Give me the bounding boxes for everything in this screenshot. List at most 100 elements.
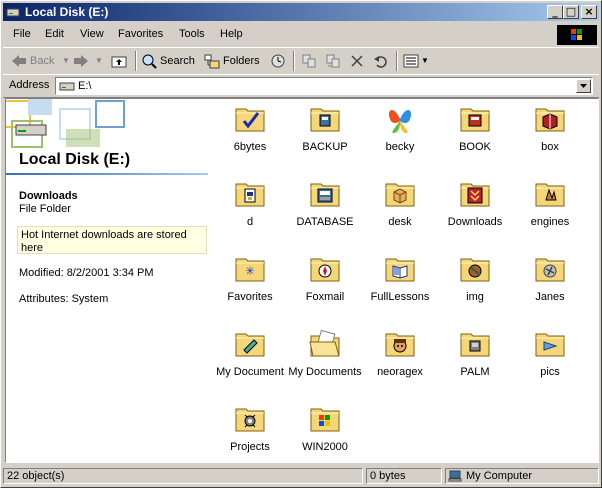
folder-item-engines[interactable]: engines	[513, 178, 587, 248]
back-label: Back	[30, 55, 55, 67]
folder-palm-icon	[460, 333, 490, 357]
folder-item-database[interactable]: DATABASE	[288, 178, 362, 248]
address-input[interactable]: E:\	[55, 77, 593, 95]
folder-item-label: becky	[385, 141, 415, 153]
folder-item-downloads[interactable]: Downloads	[438, 178, 512, 248]
standard-toolbar: Back ▼ ▼ Search Folders ▼	[3, 47, 599, 75]
folder-mydocs-icon	[309, 329, 340, 357]
folder-item-label: My Document	[216, 366, 284, 378]
copy-to-button[interactable]	[324, 52, 342, 70]
folder-item-palm[interactable]: PALM	[438, 328, 512, 398]
menu-edit[interactable]: Edit	[45, 28, 64, 40]
folder-item-pics[interactable]: pics	[513, 328, 587, 398]
folder-item-fulllessons[interactable]: FullLessons	[363, 253, 437, 323]
menu-favorites[interactable]: Favorites	[118, 28, 163, 40]
menu-view[interactable]: View	[80, 28, 104, 40]
windows-logo-icon	[557, 25, 597, 45]
folder-tools-icon	[535, 258, 565, 282]
folder-item-label: My Documents	[288, 366, 362, 378]
folder-item-label: BACKUP	[302, 141, 348, 153]
forward-arrow-icon	[74, 55, 88, 67]
folder-item-label: engines	[530, 216, 570, 228]
explorer-window: Local Disk (E:) _ □ × File Edit View Fav…	[0, 0, 602, 488]
folder-database-icon	[310, 183, 340, 207]
forward-button[interactable]: ▼	[73, 52, 107, 70]
menu-tools[interactable]: Tools	[179, 28, 205, 40]
web-view-panel: Local Disk (E:) Downloads File Folder Ho…	[6, 99, 211, 462]
folder-item-my-document[interactable]: My Document	[213, 328, 287, 398]
back-button[interactable]: Back ▼	[11, 52, 70, 70]
chevron-down-icon	[580, 84, 587, 88]
delete-button[interactable]	[348, 52, 366, 70]
folder-item-6bytes[interactable]: 6bytes	[213, 103, 287, 173]
up-folder-button[interactable]	[109, 52, 129, 70]
dropdown-arrow-icon: ▼	[95, 56, 103, 65]
folder-item-foxmail[interactable]: Foxmail	[288, 253, 362, 323]
folder-item-label: Foxmail	[305, 291, 345, 303]
move-to-button[interactable]	[300, 52, 318, 70]
folder-doc-icon	[235, 183, 265, 207]
folder-pics-icon	[535, 333, 565, 357]
folder-item-label: BOOK	[459, 141, 491, 153]
folder-item-backup[interactable]: BACKUP	[288, 103, 362, 173]
folder-item-box[interactable]: box	[513, 103, 587, 173]
minimize-button[interactable]: _	[547, 5, 563, 19]
folder-gear-icon	[235, 408, 265, 432]
folder-img-icon	[460, 258, 490, 282]
address-dropdown-button[interactable]	[576, 79, 591, 93]
undo-icon	[374, 56, 387, 68]
folders-button[interactable]: Folders	[204, 52, 262, 70]
folder-item-book[interactable]: BOOK	[438, 103, 512, 173]
folders-label: Folders	[223, 55, 260, 67]
folder-tape-icon	[310, 108, 340, 132]
folder-item-label: 6bytes	[233, 141, 267, 153]
address-bar: Address E:\	[3, 74, 599, 98]
address-value: E:\	[78, 80, 92, 92]
toolbar-separator	[293, 51, 295, 71]
folder-item-favorites[interactable]: ✳ Favorites	[213, 253, 287, 323]
delete-x-icon	[351, 55, 363, 67]
folder-item-my-documents[interactable]: My Documents	[288, 328, 362, 398]
folder-item-label: box	[541, 141, 559, 153]
window-title: Local Disk (E:)	[25, 5, 109, 19]
folder-face-icon	[385, 333, 415, 357]
folders-icon	[204, 54, 220, 69]
back-arrow-icon	[12, 55, 26, 67]
maximize-button[interactable]: □	[563, 5, 579, 19]
panel-divider	[6, 173, 208, 175]
views-button[interactable]: ▼	[403, 52, 429, 70]
search-button[interactable]: Search	[141, 52, 197, 70]
folder-item-label: WIN2000	[302, 441, 348, 453]
folder-openbook-icon	[385, 258, 415, 282]
folder-item-neoragex[interactable]: neoragex	[363, 328, 437, 398]
folder-view[interactable]: Local Disk (E:) Downloads File Folder Ho…	[5, 98, 599, 463]
folder-item-desk[interactable]: desk	[363, 178, 437, 248]
folder-windows-icon	[310, 408, 340, 432]
folder-checkmark-icon	[235, 108, 265, 132]
menu-file[interactable]: File	[13, 28, 31, 40]
folder-item-label: Projects	[230, 441, 270, 453]
up-folder-icon	[111, 56, 127, 68]
folder-package-icon	[385, 183, 415, 207]
drive-banner-icon	[6, 99, 125, 148]
folder-item-label: FullLessons	[370, 291, 430, 303]
folder-item-projects[interactable]: Projects	[213, 403, 287, 462]
title-bar[interactable]: Local Disk (E:) _ □ ×	[3, 3, 599, 21]
folder-item-win2000[interactable]: WIN2000	[288, 403, 362, 462]
folder-item-img[interactable]: img	[438, 253, 512, 323]
views-icon	[403, 54, 419, 68]
close-button[interactable]: ×	[581, 5, 597, 19]
search-label: Search	[160, 55, 195, 67]
panel-title: Local Disk (E:)	[19, 151, 131, 168]
folder-item-janes[interactable]: Janes	[513, 253, 587, 323]
status-size: 0 bytes	[366, 468, 442, 484]
folder-item-label: Downloads	[447, 216, 503, 228]
menu-help[interactable]: Help	[220, 28, 243, 40]
folder-item-becky[interactable]: becky	[363, 103, 437, 173]
folder-book-icon	[460, 108, 490, 132]
history-button[interactable]	[269, 52, 287, 70]
svg-text:✳: ✳	[245, 264, 255, 278]
folder-item-d[interactable]: d	[213, 178, 287, 248]
folder-engine-icon	[535, 183, 565, 207]
undo-button[interactable]	[372, 52, 390, 70]
